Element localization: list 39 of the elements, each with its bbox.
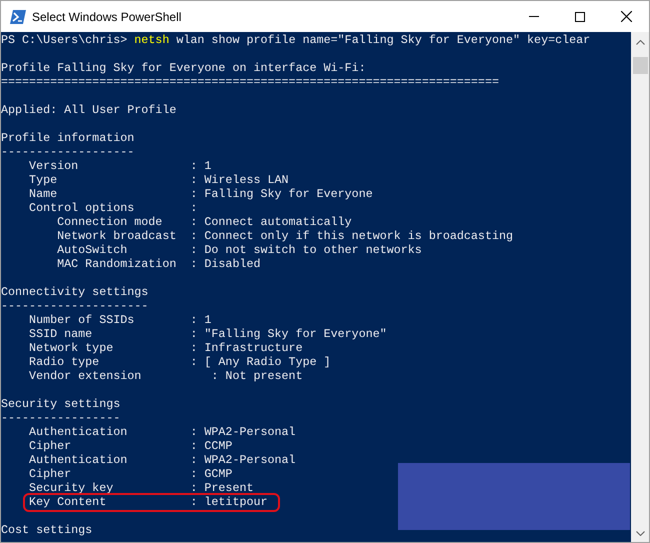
scrollbar[interactable] xyxy=(631,32,649,542)
window-title: Select Windows PowerShell xyxy=(32,8,182,26)
minimize-icon xyxy=(529,16,539,17)
console-output-line: MAC Randomization : Disabled xyxy=(56,257,261,271)
console-output-line: Security key : Present xyxy=(28,481,254,495)
console-output-line: Profile information xyxy=(1,131,134,145)
console-output-line: ------------------- xyxy=(1,145,134,159)
console-output-line: Number of SSIDs : 1 xyxy=(28,313,212,327)
console-output-line: Control options : xyxy=(28,201,198,215)
console-output-line: Radio type : [ Any Radio Type ] xyxy=(28,355,331,369)
console-output-line: Vendor extension : Not present xyxy=(28,369,303,383)
scroll-up-icon[interactable] xyxy=(636,40,644,45)
console-output-line: Authentication : WPA2-Personal xyxy=(28,425,296,439)
console-output-line: Version : 1 xyxy=(28,159,212,173)
command-line: PS C:\Users\chris> netsh wlan show profile name="Falling Sky for Everyone" key=clear xyxy=(1,33,590,47)
console-output-line: Cost settings xyxy=(1,523,92,537)
console-output-line: Type : Wireless LAN xyxy=(28,173,289,187)
scrollbar-thumb[interactable] xyxy=(632,57,648,74)
console-output-line: Applied: All User Profile xyxy=(1,103,176,117)
close-icon xyxy=(620,11,632,22)
console-output-line: --------------------- xyxy=(1,299,148,313)
console-output-line: Name : Falling Sky for Everyone xyxy=(28,187,373,201)
console-output-line: Authentication : WPA2-Personal xyxy=(28,453,296,467)
console-output-line: Key Content : letitpour xyxy=(28,495,268,509)
console-output-line: ----------------- xyxy=(1,411,120,425)
console-output-line: AutoSwitch : Do not switch to other networks xyxy=(56,243,422,257)
console-output-line: ======================================================================= xyxy=(1,75,499,89)
console-output-line: Cipher : CCMP xyxy=(28,439,232,453)
scroll-down-icon[interactable] xyxy=(636,531,644,536)
console-output-line: SSID name : "Falling Sky for Everyone" xyxy=(28,327,387,341)
console-output-line: Network type : Infrastructure xyxy=(28,341,303,355)
console-output-line: Profile Falling Sky for Everyone on interface Wi-Fi: xyxy=(1,61,366,75)
console-output-line: Connection mode : Connect automatically xyxy=(56,215,352,229)
console-output-line: Cipher : GCMP xyxy=(28,467,232,481)
maximize-icon xyxy=(575,12,585,22)
console-output-line: Security settings xyxy=(1,397,120,411)
console-output-line: Network broadcast : Connect only if this network is broadcasting xyxy=(56,229,513,243)
console-output-line: Connectivity settings xyxy=(1,285,148,299)
powershell-icon xyxy=(10,10,26,24)
